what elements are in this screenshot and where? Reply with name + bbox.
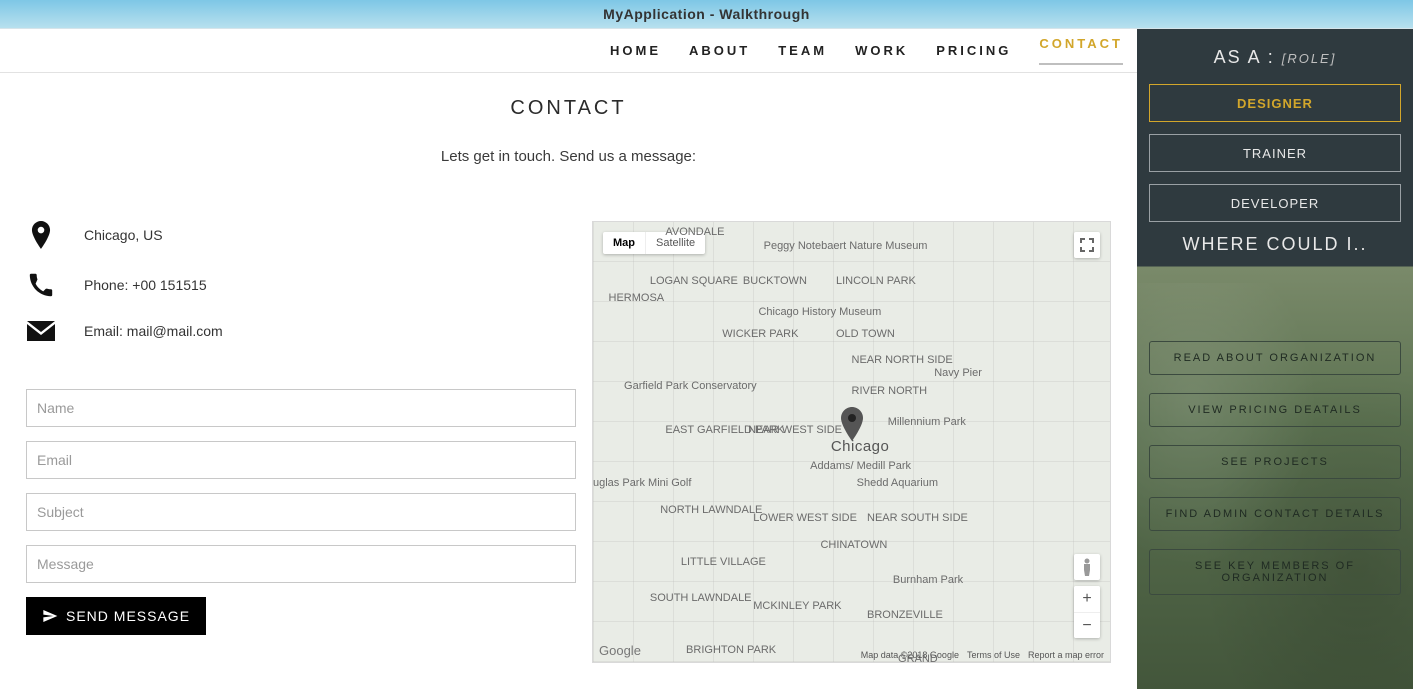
map-neighborhood-label: OLD TOWN	[836, 328, 895, 340]
nav-team[interactable]: TEAM	[778, 43, 827, 58]
walkthrough-sidebar: AS A : [ROLE] DESIGNER TRAINER DEVELOPER…	[1137, 29, 1413, 689]
map-neighborhood-label: NORTH LAWNDALE	[660, 504, 762, 516]
info-phone-text: Phone: +00 151515	[84, 277, 207, 293]
nav-home[interactable]: HOME	[610, 43, 661, 58]
mail-icon	[26, 321, 56, 341]
email-input[interactable]	[26, 441, 576, 479]
as-a-role-placeholder: [ROLE]	[1282, 51, 1337, 66]
info-email-row: Email: mail@mail.com	[26, 321, 576, 341]
info-phone-row: Phone: +00 151515	[26, 273, 576, 297]
map-neighborhood-label: Shedd Aquarium	[857, 477, 938, 489]
as-a-label: AS A :	[1214, 47, 1275, 67]
nav-work[interactable]: WORK	[855, 43, 908, 58]
map-neighborhood-label: LINCOLN PARK	[836, 275, 916, 287]
nav-about[interactable]: ABOUT	[689, 43, 750, 58]
map-neighborhood-label: HERMOSA	[609, 292, 665, 304]
map-neighborhood-label: BRIGHTON PARK	[686, 644, 776, 656]
map-neighborhood-label: AVONDALE	[665, 226, 724, 238]
location-icon	[26, 221, 56, 249]
map-zoom-controls: + −	[1074, 586, 1100, 638]
map-data-attribution: Map data ©2018 Google	[861, 650, 959, 660]
action-see-projects[interactable]: SEE PROJECTS	[1149, 445, 1401, 479]
zoom-in-button[interactable]: +	[1074, 586, 1100, 612]
section-title: CONTACT	[26, 97, 1111, 120]
fullscreen-icon[interactable]	[1074, 232, 1100, 258]
name-input[interactable]	[26, 389, 576, 427]
message-input[interactable]	[26, 545, 576, 583]
map-neighborhood-label: NEAR SOUTH SIDE	[867, 512, 968, 524]
app-title: MyApplication - Walkthrough	[603, 6, 810, 22]
paper-plane-icon	[42, 608, 58, 624]
info-address-text: Chicago, US	[84, 227, 163, 243]
map-neighborhood-label: Addams/ Medill Park	[810, 460, 911, 472]
nav-contact[interactable]: CONTACT	[1039, 36, 1123, 65]
zoom-out-button[interactable]: −	[1074, 612, 1100, 638]
map-neighborhood-label: MCKINLEY PARK	[753, 600, 841, 612]
map-neighborhood-label: CHINATOWN	[820, 539, 887, 551]
map-neighborhood-label: Chicago History Museum	[758, 306, 881, 318]
google-logo: Google	[599, 643, 641, 658]
map-footer: Map data ©2018 Google Terms of Use Repor…	[861, 650, 1104, 660]
top-title-bar: MyApplication - Walkthrough	[0, 0, 1413, 29]
main-area: HOME ABOUT TEAM WORK PRICING CONTACT CON…	[0, 29, 1137, 689]
map-terms-link[interactable]: Terms of Use	[967, 650, 1020, 660]
action-read-about-org[interactable]: READ ABOUT ORGANIZATION	[1149, 341, 1401, 375]
send-button-label: SEND MESSAGE	[66, 608, 190, 624]
map-neighborhood-label: Garfield Park Conservatory	[624, 380, 757, 392]
map-neighborhood-label: NEAR WEST SIDE	[748, 424, 842, 436]
action-see-members[interactable]: SEE KEY MEMBERS OF ORGANIZATION	[1149, 549, 1401, 595]
as-a-heading: AS A : [ROLE]	[1149, 47, 1401, 68]
map-city-label: Chicago	[831, 438, 890, 455]
map-neighborhood-label: LOGAN SQUARE	[650, 275, 738, 287]
map-neighborhood-label: Peggy Notebaert Nature Museum	[764, 240, 928, 252]
action-find-contact[interactable]: FIND ADMIN CONTACT DETAILS	[1149, 497, 1401, 531]
subject-input[interactable]	[26, 493, 576, 531]
action-view-pricing[interactable]: VIEW PRICING DEATAILS	[1149, 393, 1401, 427]
map-type-map[interactable]: Map	[603, 232, 645, 254]
role-designer-button[interactable]: DESIGNER	[1149, 84, 1401, 122]
role-developer-button[interactable]: DEVELOPER	[1149, 184, 1401, 222]
send-message-button[interactable]: SEND MESSAGE	[26, 597, 206, 635]
map-neighborhood-label: Millennium Park	[888, 416, 966, 428]
map-container[interactable]: Map Satellite + −	[592, 221, 1111, 663]
map-neighborhood-label: NEAR NORTH SIDE	[852, 354, 953, 366]
phone-icon	[26, 273, 56, 297]
map-neighborhood-label: RIVER NORTH	[852, 385, 928, 397]
map-neighborhood-label: BRONZEVILLE	[867, 609, 943, 621]
map-neighborhood-label: WICKER PARK	[722, 328, 798, 340]
map-neighborhood-label: Navy Pier	[934, 367, 982, 379]
map-report-link[interactable]: Report a map error	[1028, 650, 1104, 660]
map-neighborhood-label: LOWER WEST SIDE	[753, 512, 857, 524]
info-email-text: Email: mail@mail.com	[84, 323, 223, 339]
pegman-icon[interactable]	[1074, 554, 1100, 580]
map-neighborhood-label: BUCKTOWN	[743, 275, 807, 287]
section-subtitle: Lets get in touch. Send us a message:	[26, 148, 1111, 165]
nav-pricing[interactable]: PRICING	[936, 43, 1011, 58]
where-heading: WHERE COULD I..	[1149, 234, 1401, 255]
main-nav: HOME ABOUT TEAM WORK PRICING CONTACT	[0, 29, 1137, 73]
map-neighborhood-label: LITTLE VILLAGE	[681, 556, 766, 568]
role-trainer-button[interactable]: TRAINER	[1149, 134, 1401, 172]
map-neighborhood-label: uglas Park Mini Golf	[593, 477, 691, 489]
map-neighborhood-label: Burnham Park	[893, 574, 963, 586]
map-neighborhood-label: SOUTH LAWNDALE	[650, 592, 752, 604]
info-address-row: Chicago, US	[26, 221, 576, 249]
